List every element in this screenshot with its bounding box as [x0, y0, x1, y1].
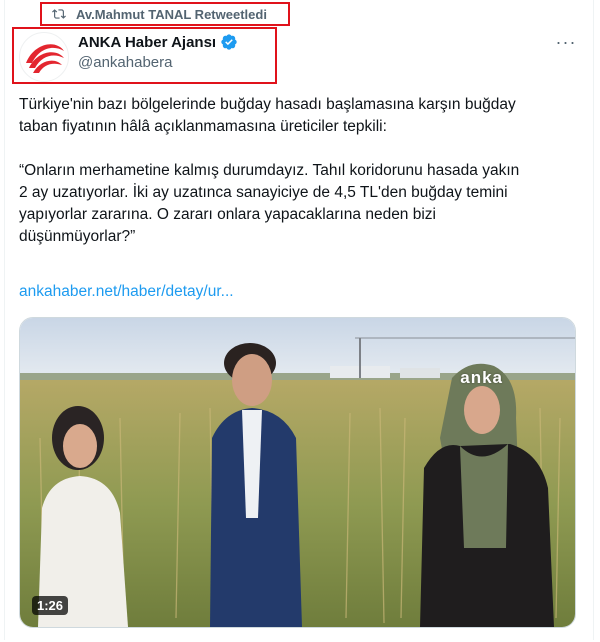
retweet-context[interactable]: Av.Mahmut TANAL Retweetledi	[40, 2, 290, 26]
author-name-text: ANKA Haber Ajansı	[78, 33, 217, 51]
author-name[interactable]: ANKA Haber Ajansı	[78, 33, 238, 51]
tweet-text: Türkiye'nin bazı bölgelerinde buğday has…	[19, 96, 520, 245]
video-thumbnail	[20, 318, 575, 627]
verified-badge-icon	[221, 34, 237, 50]
author-handle[interactable]: @ankahabera	[78, 54, 172, 71]
more-options-icon[interactable]: ···	[554, 32, 578, 52]
avatar[interactable]	[19, 32, 69, 82]
retweet-icon	[52, 9, 66, 19]
tweet-link[interactable]: ankahaber.net/haber/detay/ur...	[19, 283, 234, 301]
anka-logo	[21, 34, 67, 80]
video-player[interactable]: anka 1:26	[19, 317, 576, 628]
retweet-label: Av.Mahmut TANAL Retweetledi	[76, 6, 267, 22]
video-duration: 1:26	[32, 596, 69, 615]
video-watermark: anka	[460, 368, 503, 387]
